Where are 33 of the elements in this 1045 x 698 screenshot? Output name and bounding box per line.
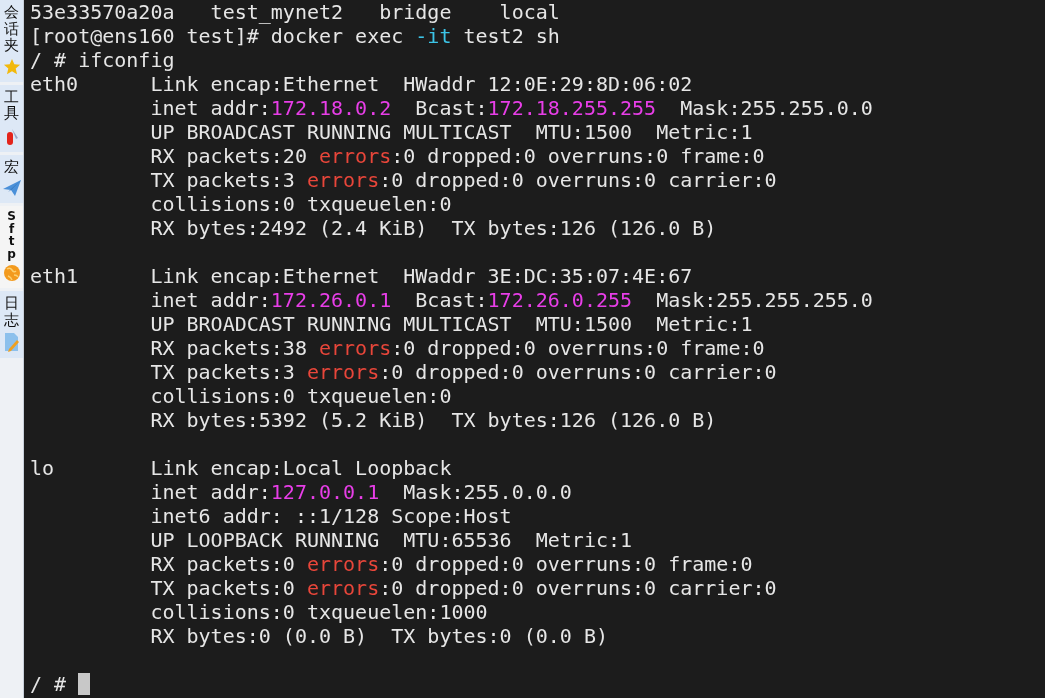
paper-plane-icon	[1, 179, 22, 197]
terminal-line: collisions:0 txqueuelen:0	[149, 384, 452, 408]
terminal-line: [root@ens160 test]# docker exec -it test2 sh	[30, 24, 560, 48]
star-icon	[2, 57, 21, 76]
terminal-line: eth0 Link encap:Ethernet HWaddr 12:0E:29:8D:06:02	[30, 72, 693, 96]
sidebar-tab[interactable]: 宏	[0, 154, 23, 206]
terminal-line: lo Link encap:Local Loopback	[30, 456, 452, 480]
terminal-line: RX bytes:2492 (2.4 KiB) TX bytes:126 (126.0 B)	[149, 216, 717, 240]
terminal-line: eth1 Link encap:Ethernet HWaddr 3E:DC:35:07:4E:67	[30, 264, 693, 288]
terminal-line: TX packets:3 errors:0 dropped:0 overruns:0 carrier:0	[149, 168, 777, 192]
terminal-line: inet6 addr: ::1/128 Scope:Host	[149, 504, 512, 528]
sidebar-tab[interactable]: 会话夹	[0, 0, 23, 85]
terminal-line: TX packets:3 errors:0 dropped:0 overruns:0 carrier:0	[149, 360, 777, 384]
terminal-line: inet addr:172.18.0.2 Bcast:172.18.255.255 Mask:255.255.0.0	[149, 96, 873, 120]
shell-prompt: / #	[30, 672, 67, 696]
terminal-line: collisions:0 txqueuelen:1000	[149, 600, 488, 624]
terminal-line: collisions:0 txqueuelen:0	[149, 192, 452, 216]
terminal-line: RX packets:0 errors:0 dropped:0 overruns:0 frame:0	[149, 552, 753, 576]
sidebar-tab[interactable]: 工具	[0, 84, 23, 155]
terminal-line: 53e33570a20a test_mynet2 bridge local	[30, 0, 560, 24]
document-pencil-icon	[2, 332, 21, 353]
terminal-line: / # ifconfig	[30, 48, 175, 72]
terminal-line: RX bytes:0 (0.0 B) TX bytes:0 (0.0 B)	[149, 624, 608, 648]
terminal-line: UP BROADCAST RUNNING MULTICAST MTU:1500 Metric:1	[149, 120, 753, 144]
terminal-line: inet addr:172.26.0.1 Bcast:172.26.0.255 Mask:255.255.255.0	[149, 288, 873, 312]
terminal-line: RX bytes:5392 (5.2 KiB) TX bytes:126 (126.0 B)	[149, 408, 717, 432]
terminal-line: UP BROADCAST RUNNING MULTICAST MTU:1500 Metric:1	[149, 312, 753, 336]
terminal-line: UP LOOPBACK RUNNING MTU:65536 Metric:1	[149, 528, 633, 552]
terminal-line: RX packets:20 errors:0 dropped:0 overruns:0 frame:0	[149, 144, 765, 168]
terminal-line: TX packets:0 errors:0 dropped:0 overruns:0 carrier:0	[149, 576, 777, 600]
terminal-line: RX packets:38 errors:0 dropped:0 overruns:0 frame:0	[149, 336, 765, 360]
terminal-line: inet addr:127.0.0.1 Mask:255.0.0.0	[149, 480, 572, 504]
globe-icon	[2, 264, 21, 283]
